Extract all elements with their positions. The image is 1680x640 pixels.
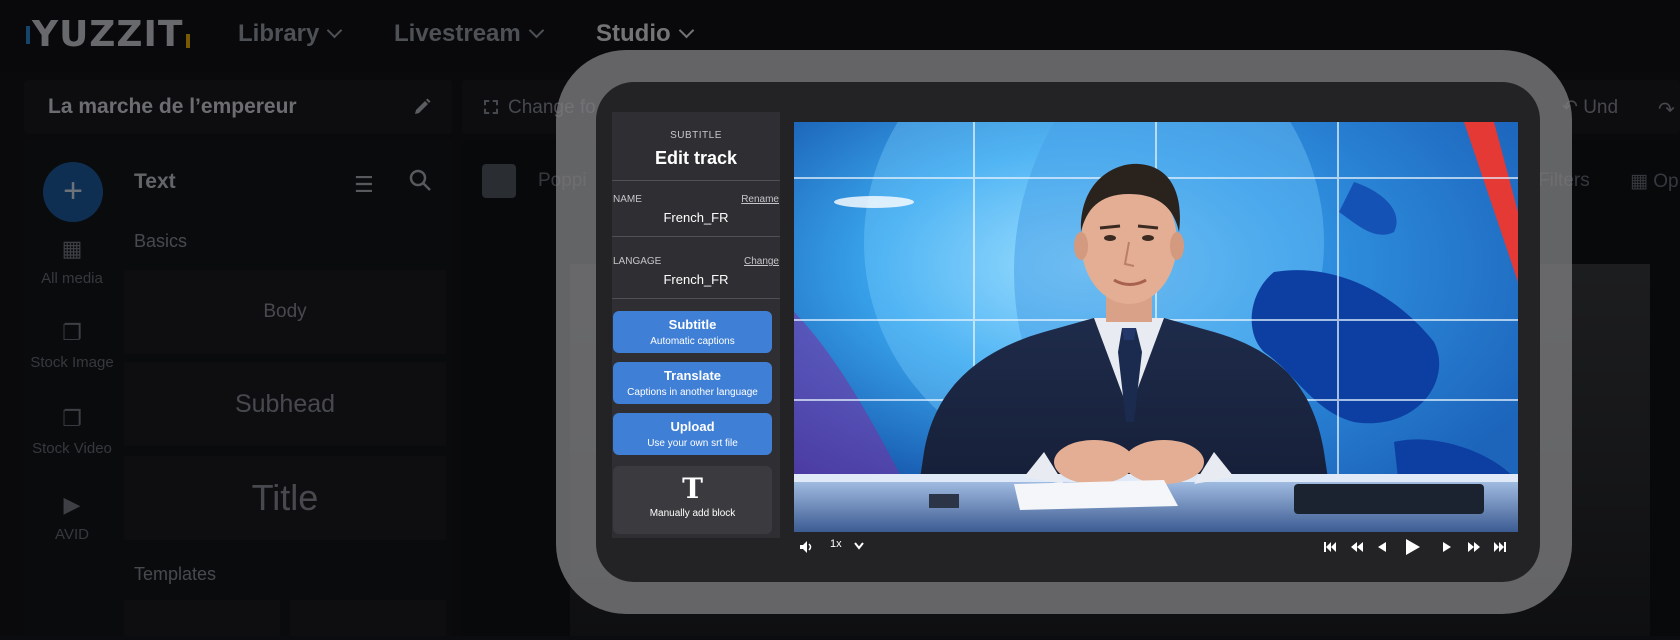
- panel-heading: Edit track: [654, 148, 738, 168]
- change-language-link[interactable]: Change: [744, 256, 779, 267]
- fast-forward-icon[interactable]: [1468, 542, 1480, 552]
- translate-button[interactable]: Translate Captions in another language: [613, 362, 772, 404]
- page-bottom-edge: [0, 636, 1680, 640]
- player-controls: 1x: [794, 532, 1518, 564]
- volume-icon[interactable]: [799, 540, 813, 554]
- speed-chevron-icon[interactable]: [854, 542, 864, 550]
- panel-kicker: SUBTITLE: [670, 130, 722, 141]
- step-back-icon[interactable]: [1377, 542, 1387, 552]
- play-icon[interactable]: [1405, 538, 1421, 556]
- divider: [612, 298, 780, 299]
- text-glyph-icon: T: [682, 472, 703, 505]
- track-language-value: French_FR: [663, 272, 729, 287]
- manual-add-block-label: Manually add block: [649, 508, 736, 519]
- translate-button-title: Translate: [663, 368, 722, 383]
- edit-track-panel: SUBTITLE Edit track NAME Rename French_F…: [612, 112, 780, 538]
- rename-link[interactable]: Rename: [741, 194, 779, 205]
- step-forward-icon[interactable]: [1442, 542, 1452, 552]
- subtitle-button-title: Subtitle: [668, 317, 717, 332]
- upload-button[interactable]: Upload Use your own srt file: [613, 413, 772, 455]
- divider: [612, 236, 780, 237]
- translate-button-subtitle: Captions in another language: [627, 387, 758, 398]
- subtitle-button-subtitle: Automatic captions: [650, 336, 735, 347]
- subtitle-button[interactable]: Subtitle Automatic captions: [613, 311, 772, 353]
- rewind-icon[interactable]: [1351, 542, 1363, 552]
- manual-add-block-button[interactable]: T Manually add block: [613, 466, 772, 534]
- upload-button-title: Upload: [670, 419, 715, 434]
- skip-end-icon[interactable]: [1494, 542, 1506, 552]
- upload-button-subtitle: Use your own srt file: [647, 438, 738, 449]
- news-anchor-video-frame: [794, 122, 1518, 532]
- speed-value[interactable]: 1x: [830, 538, 842, 550]
- name-label: NAME: [613, 194, 642, 205]
- video-preview[interactable]: [794, 122, 1518, 532]
- skip-start-icon[interactable]: [1324, 542, 1336, 552]
- language-label: LANGAGE: [613, 256, 662, 267]
- track-name-value: French_FR: [663, 210, 729, 225]
- divider: [612, 180, 780, 181]
